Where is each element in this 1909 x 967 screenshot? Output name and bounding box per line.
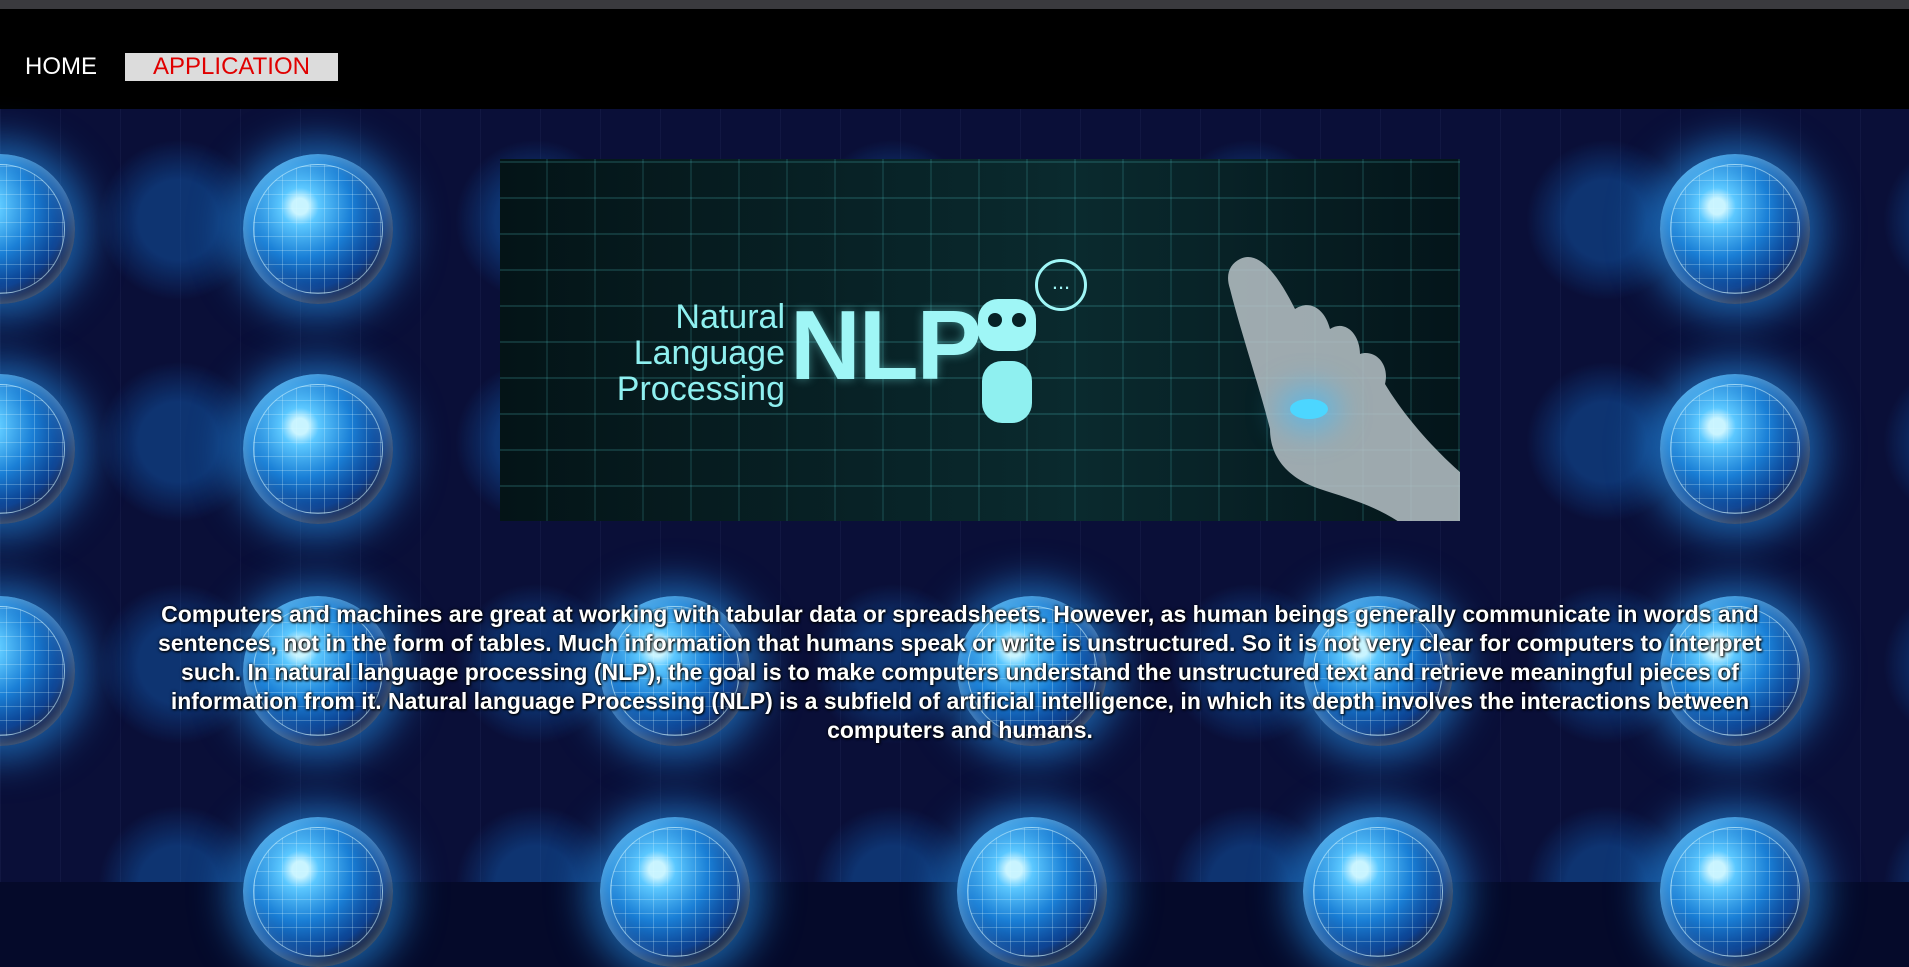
robot-eye <box>988 313 1002 327</box>
robot-icon <box>978 299 1036 439</box>
globe-icon <box>243 374 393 524</box>
robot-eye <box>1012 313 1026 327</box>
nlp-banner-image: Natural Language Processing NLP ... <box>500 159 1460 521</box>
hand-icon <box>1228 257 1460 521</box>
banner-line-3: Processing <box>616 370 785 408</box>
banner-line-1: Natural <box>675 298 785 336</box>
nav-home-link[interactable]: HOME <box>25 53 97 81</box>
globe-icon <box>0 596 75 746</box>
globe-icon <box>600 817 750 967</box>
globe-icon <box>0 374 75 524</box>
nav-application-link[interactable]: APPLICATION <box>125 53 338 81</box>
globe-icon <box>1660 154 1810 304</box>
touch-glow <box>1290 399 1328 419</box>
window-top-strip <box>0 0 1909 9</box>
banner-acronym: NLP <box>790 290 982 400</box>
globe-icon <box>1303 817 1453 967</box>
chat-bubble-icon: ... <box>1035 259 1087 311</box>
robot-body <box>982 361 1032 423</box>
top-navbar: HOME APPLICATION <box>0 9 1909 109</box>
robot-head <box>978 299 1036 351</box>
globe-icon <box>1660 374 1810 524</box>
globe-icon <box>957 817 1107 967</box>
globe-icon <box>1660 817 1810 967</box>
globe-icon <box>243 817 393 967</box>
banner-title: Natural Language Processing <box>595 299 785 407</box>
globe-icon <box>243 154 393 304</box>
nlp-description-text: Computers and machines are great at work… <box>158 601 1762 743</box>
banner-line-2: Language <box>633 334 785 372</box>
globe-icon <box>0 154 75 304</box>
